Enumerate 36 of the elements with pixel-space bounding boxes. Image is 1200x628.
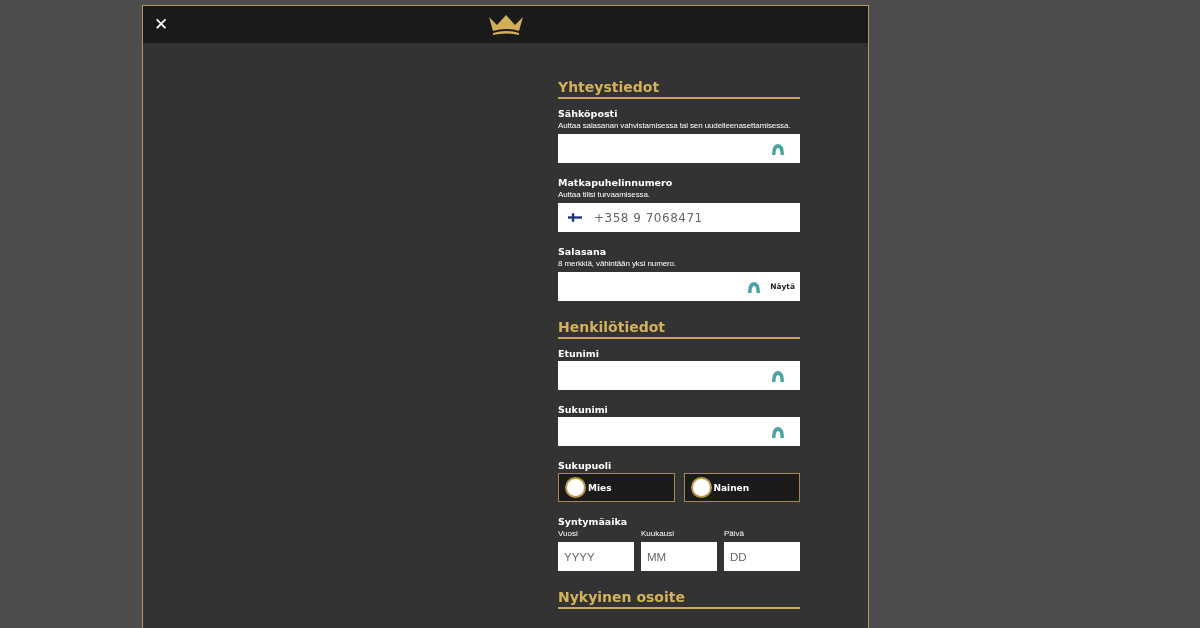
field-hint: Auttaa tilisi turvaamisessa. <box>558 190 651 200</box>
section-heading: Yhteystiedot <box>558 79 800 99</box>
field-label: Sähköposti <box>558 108 619 120</box>
section-heading: Nykyinen osoite <box>558 589 800 609</box>
input-field[interactable] <box>558 417 800 446</box>
field-label: Sukupuoli <box>558 460 613 472</box>
input-field[interactable]: MM <box>641 542 717 571</box>
field-sublabel: Kuukausi <box>641 529 675 539</box>
field-sublabel: Päivä <box>724 529 745 539</box>
field-hint: 8 merkkiä, vähintään yksi numero. <box>558 259 678 269</box>
radio-circle[interactable] <box>692 479 710 496</box>
close-button[interactable]: ✕ <box>153 13 170 35</box>
radio-label: Nainen <box>713 482 750 493</box>
section-heading: Henkilötiedot <box>558 319 800 339</box>
crown-icon <box>487 13 524 36</box>
arch-icon <box>747 280 762 293</box>
field-sublabel: Vuosi <box>558 529 579 539</box>
field-label: Syntymäaika <box>558 516 629 528</box>
radio-option[interactable]: Nainen <box>683 473 800 502</box>
radio-circle[interactable] <box>567 479 584 496</box>
input-field[interactable] <box>558 361 800 390</box>
field-hint: Auttaa salasanan vahvistamisessa tai sen uudelleenasettamisessa. <box>558 121 792 131</box>
arch-icon <box>771 142 785 155</box>
flag-icon <box>568 213 582 222</box>
radio-label: Mies <box>588 482 612 493</box>
radio-option[interactable]: Mies <box>558 473 675 502</box>
phone-field[interactable]: +358 9 7068471 <box>558 203 800 232</box>
input-field[interactable]: DD <box>724 542 800 571</box>
input-field[interactable] <box>558 134 800 163</box>
field-label: Etunimi <box>558 348 600 360</box>
arch-icon <box>771 369 785 382</box>
field-label: Matkapuhelinnumero <box>558 177 674 189</box>
input-field[interactable]: YYYY <box>558 542 634 571</box>
arch-icon <box>771 425 785 438</box>
field-label: Salasana <box>558 246 608 258</box>
field-label: Sukunimi <box>558 404 609 416</box>
